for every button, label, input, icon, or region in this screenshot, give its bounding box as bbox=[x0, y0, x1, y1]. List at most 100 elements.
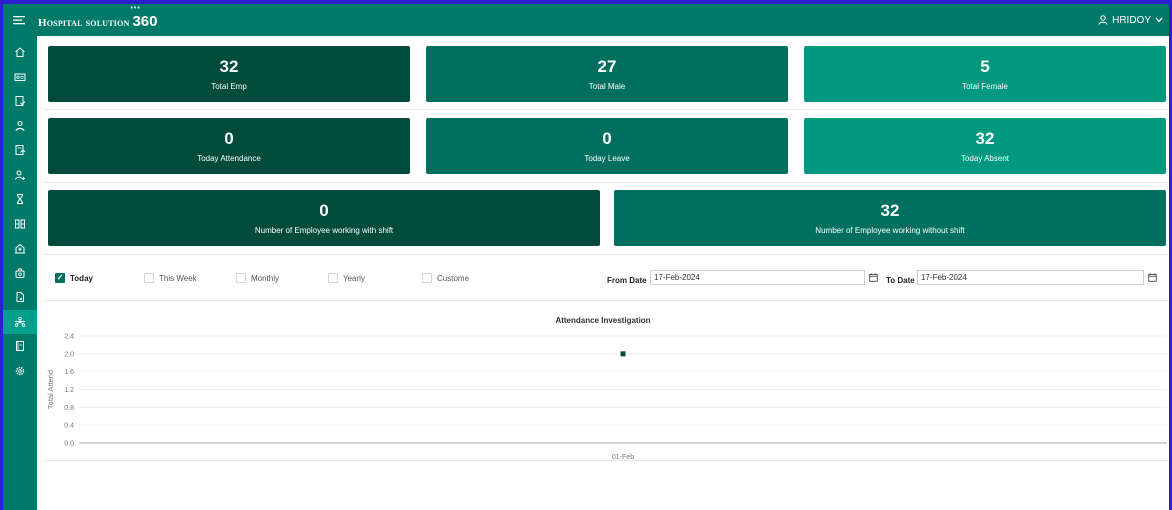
stat-value: 27 bbox=[597, 57, 617, 76]
checkbox-icon[interactable] bbox=[144, 273, 154, 283]
sidebar-item-home[interactable] bbox=[3, 40, 37, 65]
app-window: Hospital solution ••• 360 HRIDOY 32 Total bbox=[3, 4, 1169, 510]
stat-label: Today Absent bbox=[960, 154, 1010, 163]
filter-custome[interactable]: Custome bbox=[422, 273, 469, 283]
filter-label: Yearly bbox=[343, 273, 365, 283]
to-date-label: To Date bbox=[886, 276, 915, 285]
stat-value: 0 bbox=[224, 129, 234, 148]
data-point[interactable] bbox=[620, 351, 626, 357]
stat-card-without-shift[interactable]: 32 Number of Employee working without sh… bbox=[614, 190, 1166, 246]
y-tick-label: 1.2 bbox=[64, 387, 74, 394]
id-card-icon bbox=[14, 73, 26, 81]
top-bar: Hospital solution ••• 360 HRIDOY bbox=[3, 4, 1169, 36]
brand-logo[interactable]: Hospital solution ••• 360 bbox=[38, 4, 158, 30]
checkbox-checked-icon[interactable]: ✓ bbox=[55, 273, 65, 283]
brand-number: ••• 360 bbox=[130, 4, 158, 30]
stat-value: 32 bbox=[219, 57, 239, 76]
report-icon bbox=[15, 96, 26, 107]
stat-card-today-absent[interactable]: 32 Today Absent bbox=[804, 118, 1166, 174]
hourglass-icon bbox=[17, 194, 23, 205]
sidebar-item-add-user[interactable] bbox=[3, 163, 37, 188]
filter-this-week[interactable]: This Week bbox=[144, 273, 197, 283]
sidebar-item-hourglass[interactable] bbox=[3, 187, 37, 212]
stat-label: Today Attendance bbox=[197, 154, 261, 163]
y-tick-label: 0.8 bbox=[64, 405, 74, 412]
sidebar-item-hospital[interactable] bbox=[3, 236, 37, 261]
sidebar-item-grid[interactable] bbox=[3, 212, 37, 237]
chart-bottom-divider bbox=[43, 460, 1169, 461]
user-icon bbox=[1098, 15, 1108, 25]
filter-label: This Week bbox=[159, 273, 197, 283]
menu-toggle-button[interactable] bbox=[3, 4, 35, 36]
filter-label: Custome bbox=[437, 273, 470, 283]
stat-label: Total Emp bbox=[211, 82, 247, 91]
chart-svg: 2.42.01.61.20.80.40.0Total Attend01-Feb bbox=[46, 334, 1167, 461]
settings-icon bbox=[15, 366, 25, 375]
row-divider bbox=[43, 109, 1169, 110]
network-icon bbox=[14, 316, 26, 327]
stat-label: Total Female bbox=[962, 82, 1008, 91]
filter-yearly[interactable]: Yearly bbox=[328, 273, 365, 283]
sidebar-item-receipt[interactable] bbox=[3, 138, 37, 163]
to-date-value: 17-Feb-2024 bbox=[921, 273, 967, 282]
calendar-icon bbox=[868, 273, 878, 282]
stat-card-today-leave[interactable]: 0 Today Leave bbox=[426, 118, 788, 174]
y-tick-label: 0.0 bbox=[64, 441, 74, 448]
y-tick-label: 0.4 bbox=[64, 423, 74, 430]
lab-icon bbox=[15, 268, 25, 278]
filter-today[interactable]: ✓ Today bbox=[55, 273, 93, 283]
stat-card-with-shift[interactable]: 0 Number of Employee working with shift bbox=[48, 190, 600, 246]
hamburger-icon bbox=[13, 16, 25, 25]
calendar-icon bbox=[1147, 273, 1157, 282]
stat-card-today-attendance[interactable]: 0 Today Attendance bbox=[48, 118, 410, 174]
sidebar-item-id-card[interactable] bbox=[3, 65, 37, 90]
filter-label: Monthly bbox=[251, 273, 280, 283]
date-filter-bar: ✓ Today This Week Monthly Yearly Custome… bbox=[37, 261, 1169, 303]
to-date-input[interactable]: 17-Feb-2024 bbox=[917, 270, 1144, 285]
filter-monthly[interactable]: Monthly bbox=[236, 273, 279, 283]
stat-value: 5 bbox=[980, 57, 990, 76]
grid-icon bbox=[15, 219, 25, 229]
row-divider bbox=[43, 182, 1169, 183]
y-tick-label: 1.6 bbox=[64, 369, 74, 376]
chevron-down-icon bbox=[1155, 17, 1163, 23]
stat-label: Today Leave bbox=[584, 154, 630, 163]
brand-name: Hospital solution bbox=[38, 16, 130, 29]
sidebar-item-document[interactable] bbox=[3, 285, 37, 310]
stat-value: 32 bbox=[880, 201, 900, 220]
to-date-calendar-button[interactable] bbox=[1145, 270, 1159, 285]
y-tick-label: 2.4 bbox=[64, 334, 74, 341]
user-menu[interactable]: HRIDOY bbox=[1098, 4, 1163, 36]
checkbox-icon[interactable] bbox=[422, 273, 432, 283]
row-divider bbox=[43, 254, 1169, 255]
stat-value: 0 bbox=[602, 129, 612, 148]
stat-value: 32 bbox=[975, 129, 995, 148]
sidebar-item-book[interactable] bbox=[3, 334, 37, 359]
stat-label: Number of Employee working without shift bbox=[815, 226, 965, 235]
document-icon bbox=[16, 292, 24, 303]
sidebar-item-lab[interactable] bbox=[3, 261, 37, 286]
stat-label: Number of Employee working with shift bbox=[254, 226, 394, 235]
stat-card-total-emp[interactable]: 32 Total Emp bbox=[48, 46, 410, 102]
sidebar-item-settings[interactable] bbox=[3, 359, 37, 384]
sidebar-item-doctor[interactable] bbox=[3, 114, 37, 139]
doctor-icon bbox=[15, 120, 25, 131]
add-user-icon bbox=[15, 170, 25, 180]
stat-card-total-female[interactable]: 5 Total Female bbox=[804, 46, 1166, 102]
checkbox-icon[interactable] bbox=[236, 273, 246, 283]
from-date-input[interactable]: 17-Feb-2024 bbox=[650, 270, 865, 285]
from-date-label: From Date bbox=[607, 276, 647, 285]
sidebar bbox=[3, 36, 37, 510]
user-name: HRIDOY bbox=[1112, 14, 1151, 26]
book-icon bbox=[16, 341, 24, 352]
brand-dots-icon: ••• bbox=[130, 4, 141, 12]
hospital-icon bbox=[15, 244, 25, 254]
from-date-calendar-button[interactable] bbox=[866, 270, 880, 285]
sidebar-item-report[interactable] bbox=[3, 89, 37, 114]
stat-card-total-male[interactable]: 27 Total Male bbox=[426, 46, 788, 102]
from-date-value: 17-Feb-2024 bbox=[654, 273, 700, 282]
filter-label: Today bbox=[70, 273, 93, 283]
receipt-icon bbox=[15, 145, 26, 156]
sidebar-item-network[interactable] bbox=[3, 309, 37, 334]
checkbox-icon[interactable] bbox=[328, 273, 338, 283]
